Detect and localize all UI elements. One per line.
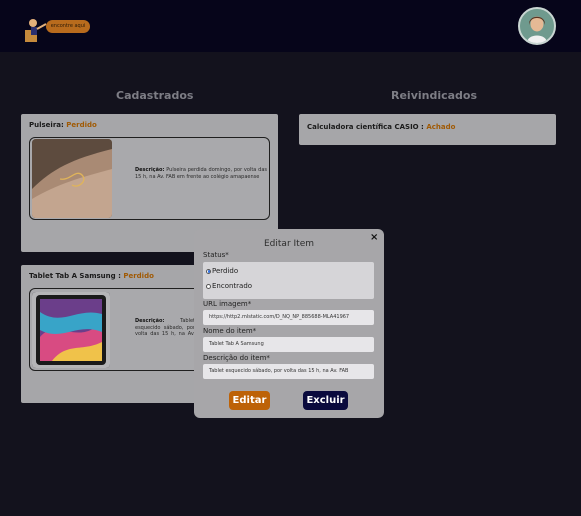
item-card-title: Calculadora científica CASIO : Achado	[307, 123, 455, 131]
radio-encontrado[interactable]: Encontrado	[206, 282, 252, 290]
description-label: Descrição:	[135, 167, 165, 173]
bracelet-image	[32, 139, 112, 218]
item-card-body: Descrição: Pulseira perdida domingo, por…	[29, 137, 270, 220]
description-input[interactable]: Tablet esquecido sábado, por volta das 1…	[203, 364, 374, 379]
logo-banner: encontre aqui	[46, 20, 90, 33]
item-name: Calculadora científica CASIO	[307, 123, 419, 131]
top-bar: encontre aqui	[0, 0, 581, 52]
radio-perdido[interactable]: Perdido	[206, 267, 238, 275]
item-description: Descrição: Pulseira perdida domingo, por…	[135, 167, 267, 180]
delete-button[interactable]: Excluir	[303, 391, 348, 410]
item-card-title: Tablet Tab A Samsung : Perdido	[29, 272, 154, 280]
item-photo	[32, 292, 110, 368]
claimed-item-card[interactable]: Calculadora científica CASIO : Achado	[299, 114, 556, 145]
registered-column-title: Cadastrados	[116, 89, 194, 102]
url-input[interactable]: https://http2.mlstatic.com/D_NQ_NP_88568…	[203, 310, 374, 325]
close-icon[interactable]: ×	[370, 232, 378, 243]
item-status: Perdido	[123, 272, 154, 280]
avatar-icon	[520, 9, 554, 43]
logo-text: encontre aqui	[50, 23, 86, 29]
name-label: Nome do item*	[203, 327, 257, 335]
status-label: Status*	[203, 251, 229, 259]
item-status: Achado	[426, 123, 456, 131]
item-name: Pulseira	[29, 121, 62, 129]
radio-label: Encontrado	[212, 282, 253, 290]
url-label: URL imagem*	[203, 300, 252, 308]
item-photo	[32, 139, 112, 218]
radio-label: Perdido	[212, 267, 239, 275]
item-description: Descrição: Tablet esquecido sábado, por …	[135, 318, 195, 338]
description-field-label: Descrição do item*	[203, 354, 270, 362]
modal-title: Editar Item	[264, 239, 314, 249]
tablet-image	[32, 292, 110, 368]
description-label: Descrição:	[135, 318, 165, 324]
claimed-column-title: Reivindicados	[391, 89, 478, 102]
edit-item-modal: Editar Item × Status* Perdido Encontrado…	[194, 229, 384, 418]
item-name: Tablet Tab A Samsung	[29, 272, 116, 280]
name-input[interactable]: Tablet Tab A Samsung	[203, 337, 374, 352]
radio-button[interactable]	[206, 283, 211, 289]
status-radio-group: Perdido Encontrado	[203, 262, 374, 299]
user-avatar[interactable]	[518, 7, 556, 45]
edit-button[interactable]: Editar	[229, 391, 270, 410]
radio-button-selected[interactable]	[206, 268, 211, 274]
logo[interactable]: encontre aqui	[22, 14, 94, 44]
item-status: Perdido	[66, 121, 97, 129]
item-card-title: Pulseira: Perdido	[29, 121, 97, 129]
